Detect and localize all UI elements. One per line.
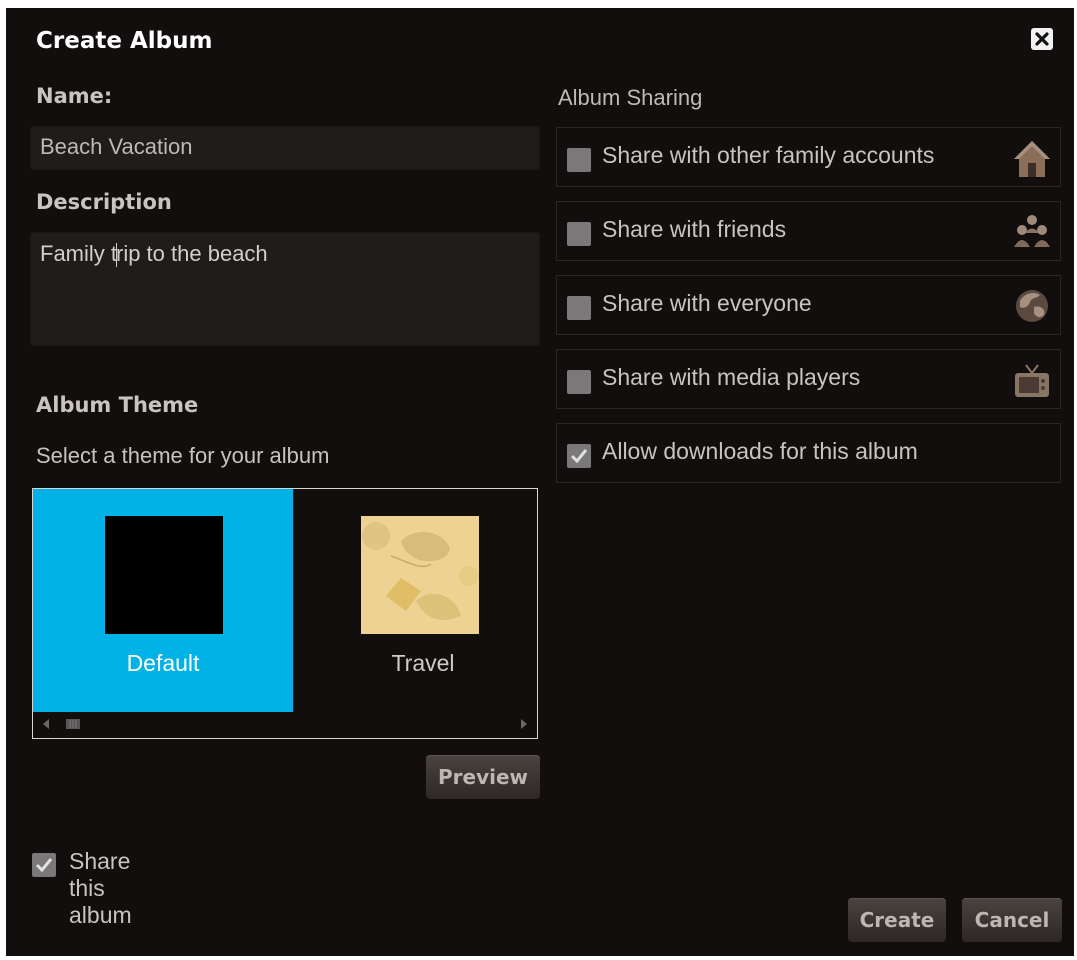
album-theme-subtitle: Select a theme for your album — [36, 443, 330, 468]
share-album-label: Share this album — [69, 848, 132, 928]
scroll-right-icon — [521, 719, 527, 729]
description-field[interactable]: Family trip to the beach — [30, 232, 540, 346]
travel-theme-thumbnail — [361, 516, 479, 634]
share-friends-label: Share with friends — [602, 216, 787, 242]
tv-icon — [1012, 359, 1052, 401]
description-text-start: Family t — [40, 241, 117, 266]
create-album-dialog: Create Album Name: Beach Vacation Descri… — [6, 8, 1074, 956]
checkbox[interactable] — [32, 853, 56, 877]
dialog-title: Create Album — [36, 28, 213, 54]
allow-downloads-label: Allow downloads for this album — [602, 438, 918, 464]
share-friends-row[interactable]: Share with friends — [556, 201, 1061, 261]
description-text-end: rip to the beach — [116, 241, 268, 266]
checkbox[interactable] — [567, 370, 591, 394]
create-button[interactable]: Create — [848, 898, 946, 942]
house-icon — [1012, 137, 1052, 179]
check-icon — [570, 449, 588, 464]
share-family-row[interactable]: Share with other family accounts — [556, 127, 1061, 187]
people-icon — [1012, 211, 1052, 253]
album-theme-heading: Album Theme — [36, 393, 199, 417]
checkbox[interactable] — [567, 222, 591, 246]
share-everyone-row[interactable]: Share with everyone — [556, 275, 1061, 335]
album-sharing-heading: Album Sharing — [558, 85, 703, 110]
name-label: Name: — [36, 84, 113, 108]
name-field[interactable]: Beach Vacation — [30, 126, 540, 170]
theme-option-label: Travel — [391, 650, 455, 676]
checkbox[interactable] — [567, 148, 591, 172]
share-family-label: Share with other family accounts — [602, 142, 935, 168]
checkbox[interactable] — [567, 296, 591, 320]
default-theme-thumbnail — [105, 516, 223, 634]
checkbox[interactable] — [567, 444, 591, 468]
description-label: Description — [36, 190, 172, 214]
theme-option-travel[interactable]: Travel — [293, 489, 553, 712]
scroll-left-icon — [43, 719, 49, 729]
theme-option-default[interactable]: Default — [33, 489, 293, 712]
theme-picker: Default Travel — [32, 488, 538, 739]
theme-scrollbar[interactable] — [33, 714, 537, 734]
cancel-button[interactable]: Cancel — [962, 898, 1062, 942]
share-media-players-label: Share with media players — [602, 364, 861, 390]
share-media-players-row[interactable]: Share with media players — [556, 349, 1061, 409]
preview-button[interactable]: Preview — [426, 755, 540, 799]
close-icon — [1035, 32, 1049, 46]
share-everyone-label: Share with everyone — [602, 290, 812, 316]
check-icon — [35, 858, 53, 873]
theme-option-label: Default — [126, 650, 200, 676]
allow-downloads-row[interactable]: Allow downloads for this album — [556, 423, 1061, 483]
globe-icon — [1012, 285, 1052, 327]
close-button[interactable] — [1031, 28, 1053, 50]
